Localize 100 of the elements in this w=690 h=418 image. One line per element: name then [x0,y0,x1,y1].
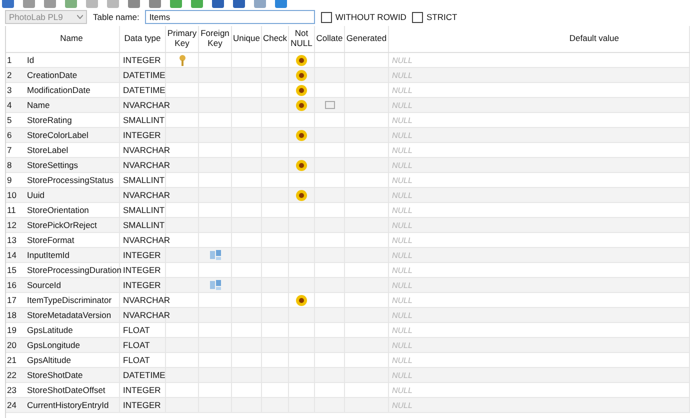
table-cell: ItemTypeDiscriminator [24,293,120,307]
column-header: Generated [345,26,389,52]
checkbox-label: STRICT [426,12,458,22]
table-cell: FLOAT [120,338,166,352]
row-number: 17 [6,294,18,307]
table-cell: StoreProcessingStatus [24,173,120,187]
table-cell: SMALLINT [120,203,166,217]
null-value: NULL [392,340,412,350]
table-cell: DATETIME [120,83,166,97]
row-number: 16 [6,279,18,292]
column-header: Not NULL [289,26,315,52]
caret-icon [77,15,83,19]
linked-table-icon [210,280,220,290]
table-cell: InputItemId [24,248,120,262]
null-value: NULL [392,400,412,410]
row-number: 22 [6,369,18,382]
row-number: 23 [6,384,18,397]
null-value: NULL [392,356,412,364]
null-value: NULL [392,250,412,260]
table-cell: CreationDate [24,68,120,82]
table-cell: StoreShotDate [24,368,120,382]
table-cell: INTEGER [120,53,166,67]
linked-table-icon [210,250,220,260]
table-cell: SourceId [24,278,120,292]
not-null-icon [296,130,307,140]
table-cell: INTEGER [120,248,166,262]
table-cell: StoreOrientation [24,203,120,217]
table-cell: DATETIME [120,68,166,82]
table-cell: StoreRating [24,113,120,127]
table-cell: INTEGER [120,278,166,292]
table-cell: GpsLatitude [24,323,120,337]
null-value: NULL [392,116,412,124]
table-cell: INTEGER [120,398,166,412]
null-value: NULL [392,310,412,320]
table-cell: StoreProcessingDuration [24,263,120,277]
null-value: NULL [392,100,412,110]
table-cell: StoreSettings [24,158,120,172]
null-value: NULL [392,70,412,80]
table-cell: Name [24,98,120,112]
table-cell: SMALLINT [120,173,166,187]
row-number: 6 [6,129,13,142]
not-null-icon [296,294,307,306]
not-null-icon [296,100,307,110]
null-value: NULL [392,266,412,274]
checkbox[interactable] [321,12,332,22]
table-cell: SMALLINT [120,113,166,127]
row-number: 9 [6,174,13,187]
row-number: 11 [6,204,17,217]
not-null-icon [296,54,307,66]
column-header: Unique [232,26,262,52]
null-value: NULL [392,206,412,214]
row-number: 19 [6,324,18,337]
null-value: NULL [392,236,412,244]
null-value: NULL [392,326,412,334]
row-number: 13 [6,234,18,247]
table-cell: StoreLabel [24,143,120,157]
null-value: NULL [392,190,412,200]
null-value: NULL [392,176,412,184]
column-header: Check [262,26,289,52]
table-cell: INTEGER [120,128,166,142]
row-number: 1 [6,54,13,67]
table-name-label: Table name: [93,12,140,22]
row-number: 7 [6,144,13,157]
checkbox-label: WITHOUT ROWID [335,12,406,22]
column-header: Data type [120,26,166,52]
table-cell: GpsAltitude [24,353,120,367]
row-number: 3 [6,84,13,97]
table-name-field[interactable]: Items [145,10,316,24]
table-cell: SMALLINT [120,218,166,232]
column-header: Collate [315,26,345,52]
table-cell: INTEGER [120,383,166,397]
column-header: Default value [389,26,690,52]
row-number: 21 [6,354,18,367]
not-null-icon [296,190,307,200]
row-number: 14 [6,249,18,262]
table-cell: StoreShotDateOffset [24,383,120,397]
table-cell: ModificationDate [24,83,120,97]
checkbox[interactable] [412,12,424,22]
table-cell: Id [24,53,120,67]
null-value: NULL [392,160,412,170]
row-number: 15 [6,264,18,277]
row-number: 8 [6,159,13,172]
table-cell: INTEGER [120,263,166,277]
column-header: Primary Key [166,26,199,52]
key-icon [178,54,186,66]
table-cell: StorePickOrReject [24,218,120,232]
column-header: Name [24,26,120,52]
null-value: NULL [392,56,412,64]
null-value: NULL [392,296,412,304]
collate-icon [324,101,334,109]
column-header: Foreign Key [199,26,232,52]
row-number: 10 [6,189,18,202]
row-number: 2 [6,69,13,82]
not-null-icon [296,70,307,80]
table-cell: StoreMetadataVersion [24,308,120,322]
row-number: 24 [6,399,18,412]
table-cell: StoreFormat [24,233,120,247]
null-value: NULL [392,86,412,94]
null-value: NULL [392,220,412,230]
not-null-icon [296,84,307,96]
